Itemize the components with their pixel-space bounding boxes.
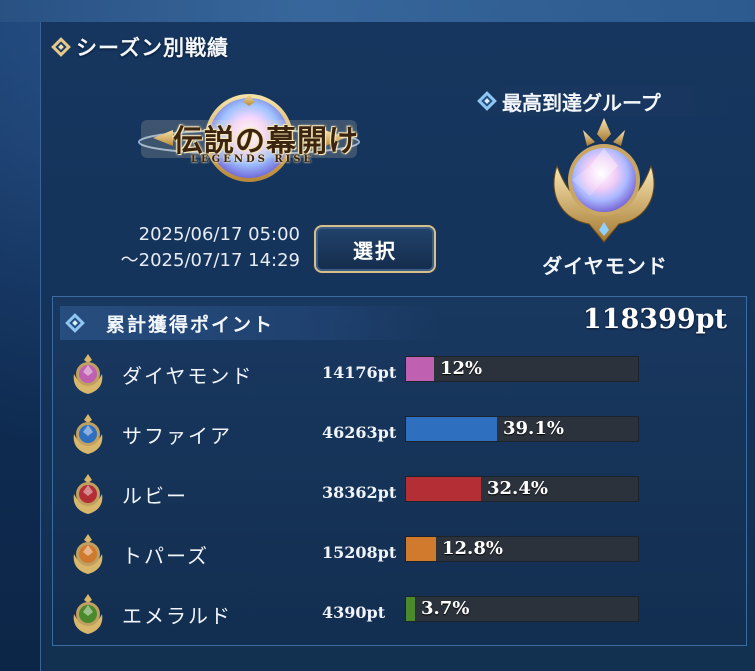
rank-name: ルビー: [122, 484, 188, 508]
event-logo-subtitle: LEGENDS RISE: [191, 154, 315, 165]
rank-points: 38362pt: [322, 483, 397, 502]
rank-percent-fill: [406, 597, 415, 621]
rank-points: 4390pt: [322, 603, 386, 622]
rank-name: ダイヤモンド: [122, 364, 254, 388]
highest-group-header: 最高到達グループ: [474, 86, 736, 116]
diamond-emblem-icon: [543, 116, 665, 246]
rank-percent-label: 32.4%: [487, 478, 548, 499]
sapphire-rank-icon: [68, 412, 108, 456]
highest-group-title: 最高到達グループ: [502, 90, 661, 115]
rank-percent-label: 12.8%: [442, 538, 503, 559]
rank-percent-bar: 3.7%: [405, 596, 639, 622]
diamond-bullet-icon: [65, 313, 85, 333]
rank-percent-bar: 39.1%: [405, 416, 639, 442]
points-total: 118399pt: [582, 304, 727, 335]
event-logo: 伝説の幕開け LEGENDS RISE: [133, 92, 365, 186]
rank-percent-bar: 32.4%: [405, 476, 639, 502]
rank-row: トパーズ 15208pt 12.8%: [60, 530, 660, 580]
section-title: シーズン別戦績: [76, 36, 229, 60]
rank-name: サファイア: [122, 424, 232, 448]
rank-row: ルビー 38362pt 32.4%: [60, 470, 660, 520]
rank-points: 46263pt: [322, 423, 397, 442]
section-header: シーズン別戦績: [51, 32, 229, 62]
rank-percent-fill: [406, 477, 481, 501]
rank-row: ダイヤモンド 14176pt 12%: [60, 350, 660, 400]
points-title: 累計獲得ポイント: [106, 313, 275, 336]
select-season-button[interactable]: 選択: [314, 225, 436, 273]
points-header: 累計獲得ポイント: [65, 306, 275, 340]
rank-percent-label: 39.1%: [503, 418, 564, 439]
rank-percent-bar: 12.8%: [405, 536, 639, 562]
rank-row: エメラルド 4390pt 3.7%: [60, 590, 660, 640]
topaz-rank-icon: [68, 532, 108, 576]
rank-points: 14176pt: [322, 363, 397, 382]
rank-percent-fill: [406, 537, 436, 561]
rank-percent-fill: [406, 417, 497, 441]
season-dates: 2025/06/17 05:00 ～2025/07/17 14:29: [70, 222, 300, 274]
diamond-bullet-icon: [477, 91, 497, 111]
highest-group-name: ダイヤモンド: [542, 254, 668, 278]
rank-row: サファイア 46263pt 39.1%: [60, 410, 660, 460]
rank-points: 15208pt: [322, 543, 397, 562]
diamond-rank-icon: [68, 352, 108, 396]
rank-percent-bar: 12%: [405, 356, 639, 382]
rank-percent-fill: [406, 357, 434, 381]
diamond-bullet-icon: [51, 37, 71, 57]
season-end-date: ～2025/07/17 14:29: [120, 250, 300, 271]
season-start-date: 2025/06/17 05:00: [138, 224, 300, 245]
top-strip: [0, 0, 755, 22]
rank-percent-label: 3.7%: [421, 598, 470, 619]
ruby-rank-icon: [68, 472, 108, 516]
rank-percent-label: 12%: [440, 358, 483, 379]
rank-name: トパーズ: [122, 544, 209, 568]
emerald-rank-icon: [68, 592, 108, 636]
rank-name: エメラルド: [122, 604, 232, 628]
